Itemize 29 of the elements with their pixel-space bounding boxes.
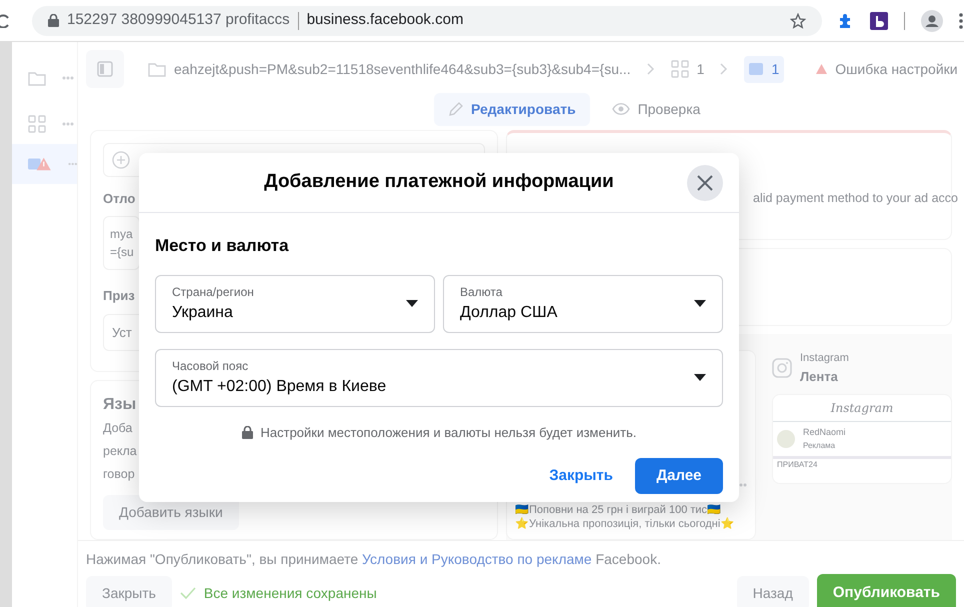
note-text: Настройки местоположения и валюты нельзя будет изменить. [260,424,636,442]
instagram-logo: Instagram [773,395,951,422]
ad-text-line: 🇺🇦Поповни на 25 грн і виграй 100 тис🇺🇦 [515,503,722,517]
dialog-title: Добавление платежной информации [264,170,614,194]
field-label: Валюта [460,284,504,300]
site-label: 152297 380999045137 profitaccs [67,10,290,30]
text-line: mya [110,226,133,244]
terms-text: Нажимая "Опубликовать", вы принимаете Условия и Руководство по рекламе Facebook. [86,550,662,569]
platform-label: Instagram [800,351,849,366]
section-heading: Приз [103,287,135,306]
section-heading: Отло [103,190,136,208]
text-line: ={su [110,244,134,262]
account-name: RedNaomi [803,426,846,439]
url-text: business.facebook.com [306,10,464,30]
brand-label: ПРИВАТ24 [773,456,951,470]
ad-text-line: ⭐Унікальна пропозиція, тільки сьогодні⭐ [515,517,736,531]
placement-name: Лента [800,368,839,386]
description-text: говор [103,466,135,483]
field-label: Страна/регион [172,284,255,300]
setup-error-text: Ошибка настройки [835,60,958,79]
sponsored-label: Реклама [803,440,836,452]
saved-status: Все изменения сохранены [204,584,377,603]
warning-text: alid payment method to your ad acco [753,190,958,207]
field-label: Часовой пояс [172,358,250,374]
description-text: Доба [103,420,132,437]
description-text: рекла [103,443,137,460]
field-value: (GMT +02:00) Время в Киеве [172,376,388,396]
section-heading: Язы [103,395,136,415]
section-title: Место и валюта [155,235,290,257]
